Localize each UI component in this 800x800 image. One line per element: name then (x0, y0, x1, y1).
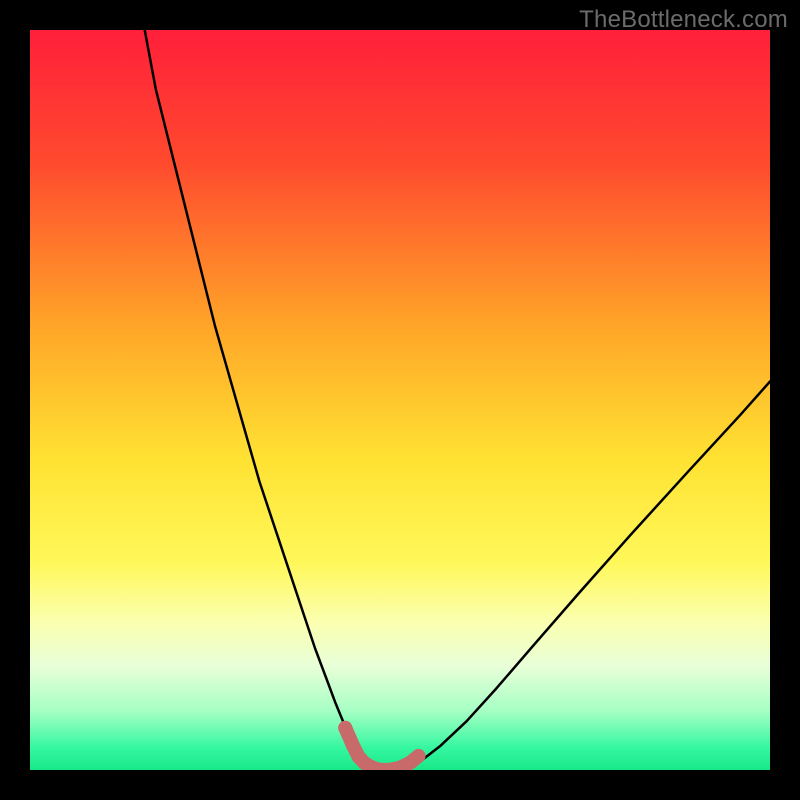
bottleneck-chart (30, 30, 770, 770)
chart-frame: TheBottleneck.com (0, 0, 800, 800)
gradient-background (30, 30, 770, 770)
plot-area (30, 30, 770, 770)
series-minimum-highlight-point (412, 749, 426, 763)
series-minimum-highlight-point (338, 721, 352, 735)
series-minimum-highlight-point (346, 738, 360, 752)
watermark-label: TheBottleneck.com (579, 6, 788, 34)
